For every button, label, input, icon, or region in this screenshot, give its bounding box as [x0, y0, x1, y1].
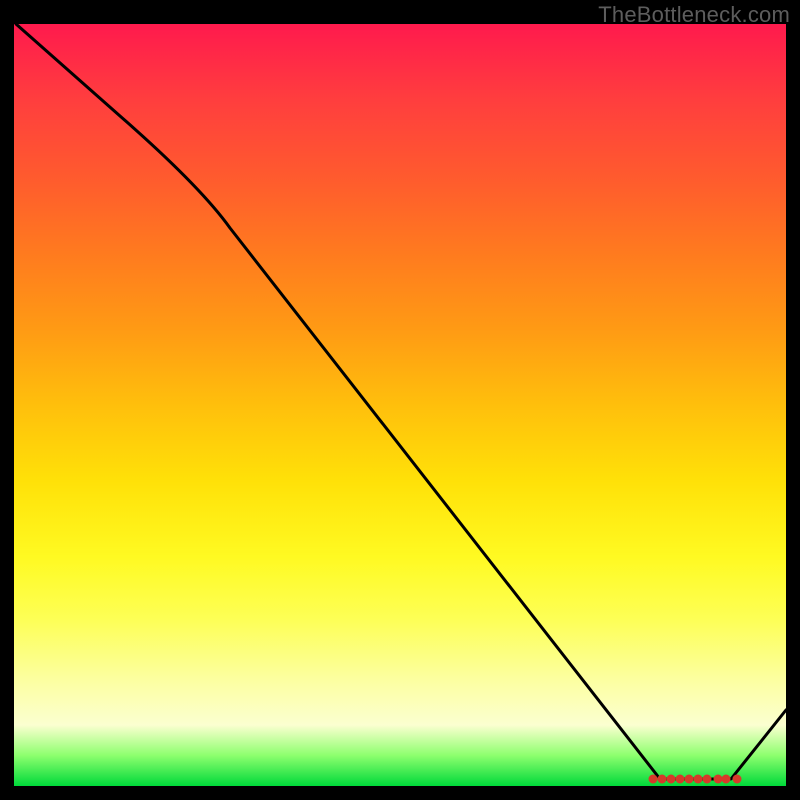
plot-gradient-area: [14, 24, 786, 786]
chart-stage: TheBottleneck.com: [0, 0, 800, 800]
watermark-text: TheBottleneck.com: [598, 2, 790, 28]
